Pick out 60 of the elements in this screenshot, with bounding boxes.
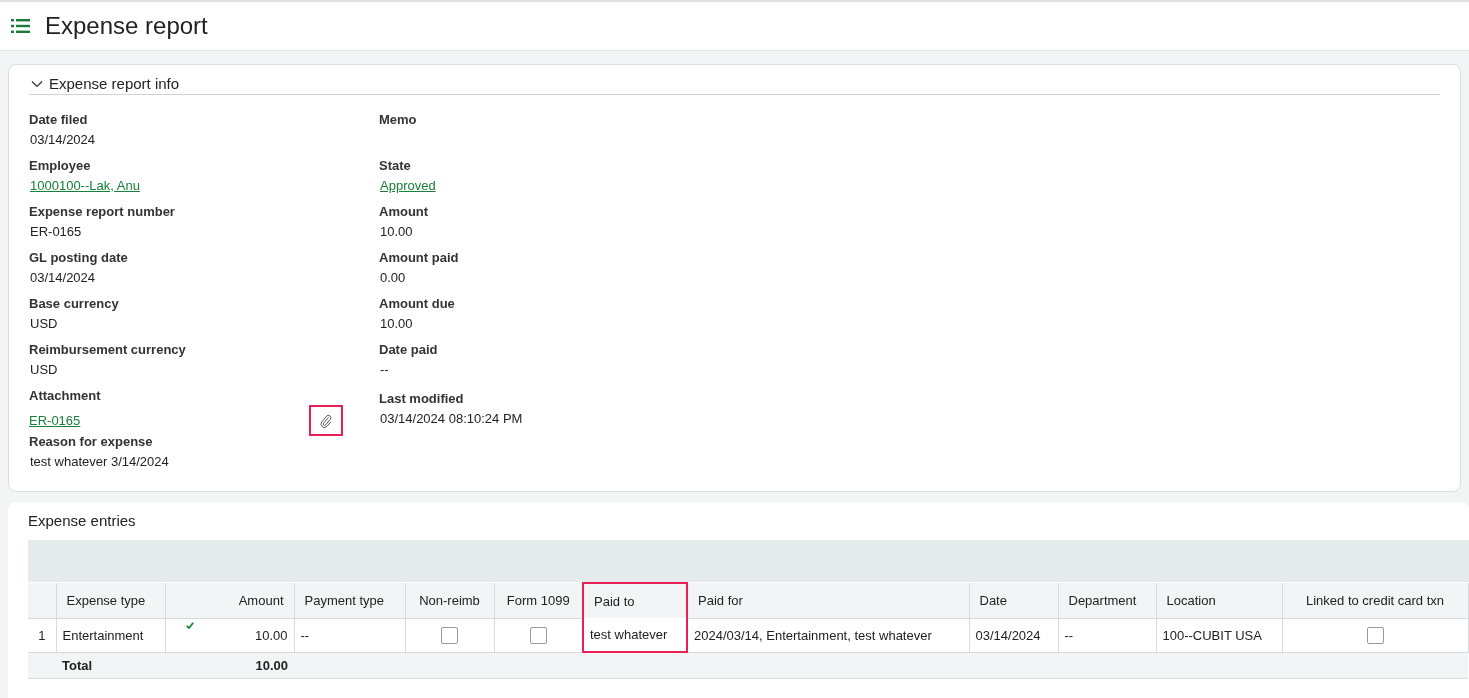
column-header[interactable]: Amount [165, 583, 294, 618]
field-label: Expense report number [29, 204, 176, 219]
field-value: test whatever 3/14/2024 [29, 454, 169, 469]
column-header[interactable]: Payment type [294, 583, 405, 618]
field-label: Reimbursement currency [29, 342, 187, 357]
field-value: -- [379, 362, 389, 377]
field-value: 0.00 [379, 270, 406, 285]
field-value: 10.00 [379, 316, 413, 331]
field-label: Base currency [29, 296, 120, 311]
column-header[interactable]: Date [969, 583, 1058, 618]
field-value: 03/14/2024 08:10:24 PM [379, 411, 523, 426]
field-value: ER-0165 [29, 224, 82, 239]
field-label: State [379, 158, 412, 173]
field-link[interactable]: Approved [379, 178, 436, 193]
field-label: Employee [29, 158, 92, 173]
field-label: GL posting date [29, 250, 129, 265]
row-number: 1 [28, 618, 56, 652]
field-value: USD [29, 362, 58, 377]
checkbox[interactable] [1366, 626, 1384, 644]
field-value: 03/14/2024 [29, 132, 96, 147]
menu-icon[interactable] [11, 19, 30, 33]
table-cell: 10.00 [165, 618, 294, 652]
table-cell: -- [294, 618, 405, 652]
field-value: USD [29, 316, 58, 331]
attach-button[interactable] [309, 405, 343, 436]
field-label: Date filed [29, 112, 89, 127]
total-amount: 10.00 [165, 652, 294, 679]
field-label: Attachment [29, 388, 102, 403]
page-title: Expense report [45, 12, 208, 40]
field-label: Last modified [379, 391, 465, 406]
table-cell: 2024/03/14, Entertainment, test whatever [687, 618, 969, 652]
table-cell: Entertainment [56, 618, 165, 652]
field-value: 10.00 [379, 224, 413, 239]
table-cell: 100--CUBIT USA [1156, 618, 1282, 652]
section-title: Expense entries [28, 512, 137, 529]
field-label: Amount due [379, 296, 456, 311]
total-label: Total [56, 652, 165, 679]
checkbox[interactable] [441, 626, 458, 644]
column-header[interactable]: Location [1156, 583, 1282, 618]
table-cell: 03/14/2024 [969, 618, 1058, 652]
field-label: Amount [379, 204, 430, 219]
field-link[interactable]: 1000100--Lak, Anu [29, 178, 140, 193]
column-header[interactable]: Paid to [583, 583, 687, 618]
section-title: Expense report info [49, 75, 180, 92]
column-header[interactable]: Paid for [687, 583, 969, 618]
field-label: Reason for expense [29, 434, 154, 449]
column-header[interactable]: Expense type [56, 583, 165, 618]
paperclip-icon [320, 413, 332, 428]
column-header[interactable]: Department [1058, 583, 1156, 618]
attachment-link[interactable]: ER-0165 [29, 413, 81, 428]
field-label: Date paid [379, 342, 439, 357]
field-value: 03/14/2024 [29, 270, 96, 285]
column-header[interactable]: Linked to credit card txn [1282, 583, 1468, 618]
field-label: Memo [379, 112, 418, 127]
field-label: Amount paid [379, 250, 460, 265]
column-header[interactable]: Form 1099 [494, 583, 583, 618]
checkbox[interactable] [529, 626, 547, 644]
table-cell: -- [1058, 618, 1156, 652]
chevron-icon[interactable] [31, 79, 43, 88]
column-header[interactable]: Non-reimb [405, 583, 494, 618]
